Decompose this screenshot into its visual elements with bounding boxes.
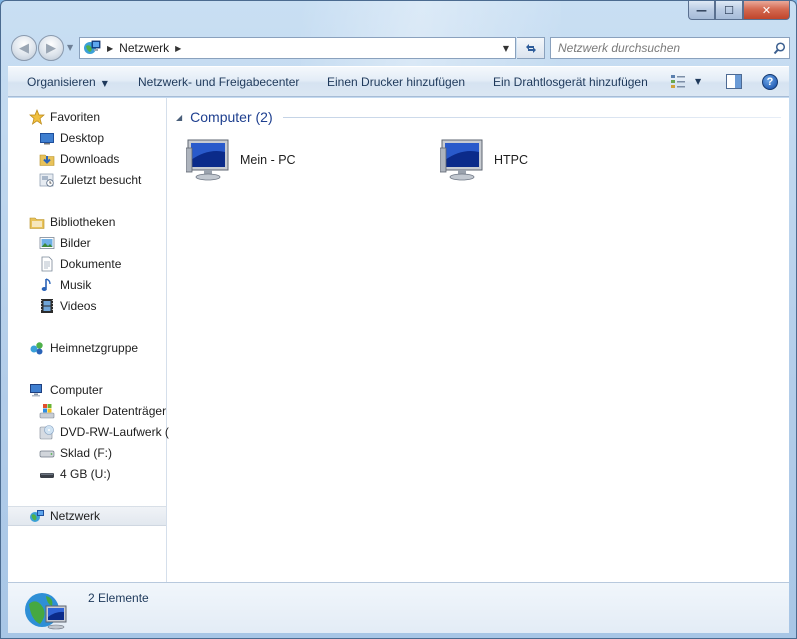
group-title: Computer (2) <box>190 109 273 125</box>
sidebar-item-sklad[interactable]: Sklad (F:) <box>8 443 166 463</box>
breadcrumb-network[interactable]: Netzwerk <box>119 41 169 55</box>
help-button[interactable]: ? <box>762 74 778 90</box>
sidebar-item-recent[interactable]: Zuletzt besucht <box>8 170 166 190</box>
computer-name: HTPC <box>494 153 529 167</box>
sidebar-item-computer[interactable]: Computer <box>8 380 166 400</box>
search-icon[interactable] <box>769 41 789 55</box>
add-wireless-device-button[interactable]: Ein Drahtlosgerät hinzufügen <box>493 75 648 89</box>
film-icon <box>41 299 53 313</box>
add-printer-button[interactable]: Einen Drucker hinzufügen <box>327 75 465 89</box>
network-sharing-center-button[interactable]: Netzwerk- und Freigabecenter <box>138 75 299 89</box>
organize-menu-button[interactable]: Organisieren ▼ <box>27 75 108 89</box>
sidebar-item-local-disk[interactable]: Lokaler Datenträger <box>8 401 166 421</box>
back-button[interactable]: ◀ <box>11 35 37 61</box>
network-icon <box>25 593 67 630</box>
computer-item-htpc[interactable]: HTPC <box>440 136 528 184</box>
organize-label: Organisieren <box>27 74 96 89</box>
view-options-icon <box>671 75 685 88</box>
hard-drive-icon <box>39 450 55 458</box>
sidebar-label: Zuletzt besucht <box>60 173 142 187</box>
sidebar-label: Bibliotheken <box>50 215 116 229</box>
sidebar-item-libraries[interactable]: Bibliotheken <box>8 212 166 232</box>
search-box[interactable] <box>550 37 790 59</box>
change-view-button[interactable]: ▼ <box>670 74 701 89</box>
windows-drive-icon <box>39 404 55 419</box>
refresh-icon <box>525 44 536 53</box>
address-bar[interactable]: ▶ Netzwerk ▶ ▼ <box>79 37 516 59</box>
sidebar-item-videos[interactable]: Videos <box>8 296 166 316</box>
sidebar-item-network[interactable]: Netzwerk <box>8 506 166 526</box>
sidebar-label: DVD-RW-Laufwerk ( <box>60 425 169 439</box>
sidebar-item-pictures[interactable]: Bilder <box>8 233 166 253</box>
sidebar-label: Desktop <box>60 131 105 145</box>
pictures-icon <box>39 237 55 249</box>
navigation-pane: Favoriten Desktop Downloads Zuletzt besu… <box>8 98 169 582</box>
sidebar-label: Videos <box>60 299 97 313</box>
sidebar-label: Lokaler Datenträger <box>60 404 167 418</box>
command-bar: Organisieren ▼ Netzwerk- und Freigabecent… <box>8 66 789 97</box>
search-input[interactable] <box>551 39 769 57</box>
computer-item-mein-pc[interactable]: Mein - PC <box>186 136 296 184</box>
chevron-down-icon: ▼ <box>695 77 702 86</box>
sidebar-label: Favoriten <box>50 110 101 124</box>
desktop-icon <box>40 133 54 145</box>
sidebar-label: Downloads <box>60 152 120 166</box>
dvd-drive-icon <box>39 425 54 440</box>
address-history-dropdown[interactable]: ▼ <box>499 41 513 55</box>
arrow-left-icon: ◀ <box>19 40 29 56</box>
downloads-icon <box>39 154 55 166</box>
sidebar-item-downloads[interactable]: Downloads <box>8 149 166 169</box>
details-pane: 2 Elemente <box>8 582 789 633</box>
sidebar-label: Computer <box>50 383 103 397</box>
sidebar-label: Netzwerk <box>50 509 101 523</box>
sidebar-label: Musik <box>60 278 92 292</box>
navigation-bar: ◀ ▶ ▼ ▶ Netzwerk ▶ ▼ <box>9 34 790 62</box>
group-divider <box>282 116 781 118</box>
recent-pages-dropdown[interactable]: ▼ <box>67 43 73 52</box>
music-note-icon <box>41 278 51 291</box>
sidebar-item-homegroup[interactable]: Heimnetzgruppe <box>8 338 166 358</box>
sidebar-label: Dokumente <box>60 257 122 271</box>
caption-buttons: — ☐ ✕ <box>688 1 790 21</box>
sidebar-item-favorites[interactable]: Favoriten <box>8 107 166 127</box>
computer-icon <box>30 384 42 397</box>
computer-icon <box>186 139 229 181</box>
network-icon <box>83 39 101 58</box>
file-list: ◢ Computer (2) Mein - PC HTPC <box>168 98 789 582</box>
preview-pane-button[interactable] <box>726 74 742 92</box>
sidebar-item-desktop[interactable]: Desktop <box>8 128 166 148</box>
item-count: 2 Elemente <box>88 591 149 605</box>
content-area: Favoriten Desktop Downloads Zuletzt besu… <box>8 98 789 582</box>
minimize-button[interactable]: — <box>688 1 715 20</box>
recent-places-icon <box>39 173 54 187</box>
sidebar-label: Bilder <box>60 236 91 250</box>
documents-icon <box>41 256 53 272</box>
sidebar-item-music[interactable]: Musik <box>8 275 166 295</box>
sidebar-item-usb[interactable]: 4 GB (U:) <box>8 464 166 484</box>
sidebar-item-dvd-drive[interactable]: DVD-RW-Laufwerk ( <box>8 422 169 442</box>
sidebar-label: Sklad (F:) <box>60 446 113 460</box>
star-icon <box>29 109 45 125</box>
breadcrumb-separator-icon[interactable]: ▶ <box>175 44 181 53</box>
sidebar-item-documents[interactable]: Dokumente <box>8 254 166 274</box>
close-button[interactable]: ✕ <box>743 1 790 20</box>
maximize-button[interactable]: ☐ <box>715 1 743 20</box>
removable-drive-icon <box>40 473 54 478</box>
preview-pane-icon <box>726 74 742 89</box>
computer-icon <box>440 139 483 181</box>
network-icon <box>30 510 44 522</box>
computer-name: Mein - PC <box>240 153 296 167</box>
collapse-triangle-icon[interactable]: ◢ <box>176 113 182 122</box>
sidebar-label: 4 GB (U:) <box>60 467 111 481</box>
breadcrumb-separator-icon[interactable]: ▶ <box>107 44 113 53</box>
explorer-window: — ☐ ✕ ◀ ▶ ▼ ▶ Netzwerk ▶ ▼ Netzwerk durc… <box>0 0 797 639</box>
homegroup-icon <box>30 342 43 355</box>
libraries-icon <box>29 217 45 229</box>
forward-button[interactable]: ▶ <box>38 35 64 61</box>
group-header-computer[interactable]: ◢ Computer (2) <box>176 107 781 127</box>
chevron-down-icon: ▼ <box>101 78 108 88</box>
sidebar-label: Heimnetzgruppe <box>50 341 139 355</box>
arrow-right-icon: ▶ <box>46 40 56 56</box>
refresh-button[interactable] <box>517 37 545 59</box>
